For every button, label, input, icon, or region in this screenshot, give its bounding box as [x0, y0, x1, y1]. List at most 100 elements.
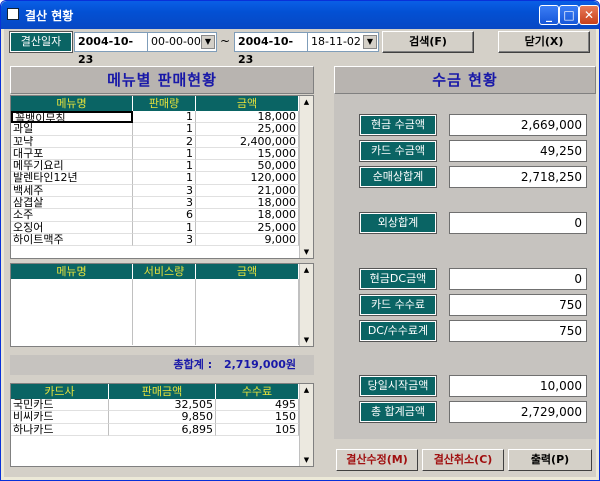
- collection-value: 2,718,250: [449, 166, 587, 188]
- collection-label: 카드 수금액: [359, 140, 437, 162]
- scroll-up-icon[interactable]: ▲: [300, 96, 313, 108]
- grand-total: 총합계 : 2,719,000원: [10, 355, 314, 375]
- table-row[interactable]: 소주 6 18,000: [11, 209, 313, 222]
- table-row[interactable]: 발렌타인12년 1 120,000: [11, 172, 313, 185]
- qty-cell: 1: [133, 221, 196, 234]
- fee-cell: 150: [216, 411, 299, 424]
- collection-label: 외상합계: [359, 212, 437, 234]
- from-date-field[interactable]: 2004-10-23: [74, 32, 148, 66]
- to-time-select[interactable]: 18-11-02 ▼: [307, 32, 379, 52]
- settle-edit-button[interactable]: 결산수정(M): [336, 449, 418, 471]
- amount-cell: 25,000: [196, 221, 299, 234]
- table-row[interactable]: 과일 1 25,000: [11, 123, 313, 136]
- collection-value: 2,729,000: [449, 401, 587, 423]
- scroll-down-icon[interactable]: ▼: [300, 454, 313, 466]
- to-time-value: 18-11-02: [311, 35, 361, 48]
- amount-cell: 15,000: [196, 147, 299, 161]
- menu-name-cell: 꼬냑: [11, 135, 133, 148]
- collection-label: 현금 수금액: [359, 114, 437, 136]
- collection-label: 총 합계금액: [359, 401, 437, 423]
- window: 결산 현황 _ □ ✕ 결산일자 2004-10-23 00-00-00 ▼ ~ …: [0, 0, 600, 481]
- col-amount: 금액: [196, 96, 299, 111]
- menu-name-cell: 꼴뱅이무침: [11, 111, 133, 124]
- collection-title: 수금 현황: [334, 66, 596, 94]
- collection-value: 0: [449, 268, 587, 290]
- close-window-button[interactable]: ✕: [579, 5, 599, 25]
- maximize-button[interactable]: □: [559, 5, 579, 25]
- scroll-down-icon[interactable]: ▼: [300, 246, 313, 258]
- to-date-field[interactable]: 2004-10-23: [234, 32, 308, 66]
- amount-cell: 120,000: [196, 172, 299, 185]
- main-area: 결산일자 2004-10-23 00-00-00 ▼ ~ 2004-10-23 1…: [4, 29, 596, 477]
- qty-cell: 1: [133, 160, 196, 173]
- amount-cell: 18,000: [196, 209, 299, 222]
- menu-name-cell: 삼겹살: [11, 197, 133, 210]
- chevron-down-icon[interactable]: ▼: [363, 35, 377, 49]
- card-company-cell: 국민카드: [11, 399, 109, 412]
- qty-cell: 2: [133, 135, 196, 148]
- col-menu-name: 메뉴명: [11, 96, 133, 111]
- qty-cell: 1: [133, 111, 196, 124]
- settle-cancel-button[interactable]: 결산취소(C): [422, 449, 504, 471]
- menu-sales-table[interactable]: 메뉴명 판매량 금액 꼴뱅이무침 1 18,000 과일 1 25,000 꼬냑 2 2,400…: [10, 95, 314, 259]
- table-row[interactable]: 백세주 3 21,000: [11, 184, 313, 198]
- from-time-select[interactable]: 00-00-00 ▼: [147, 32, 217, 52]
- menu-name-cell: 소주: [11, 209, 133, 222]
- range-separator: ~: [220, 34, 231, 48]
- menu-name-cell: 오징어: [11, 221, 133, 234]
- from-time-value: 00-00-00: [151, 35, 201, 48]
- close-button[interactable]: 닫기(X): [498, 31, 590, 53]
- amount-cell: 2,400,000: [196, 135, 299, 148]
- qty-cell: 6: [133, 209, 196, 222]
- amount-cell: 50,000: [196, 160, 299, 173]
- table-row[interactable]: 대구포 1 15,000: [11, 147, 313, 161]
- amount-cell: 21,000: [196, 184, 299, 198]
- fee-cell: 105: [216, 423, 299, 436]
- table-row[interactable]: 국민카드 32,505 495: [11, 399, 313, 412]
- qty-cell: 1: [133, 172, 196, 185]
- scrollbar[interactable]: ▲ ▼: [299, 96, 313, 258]
- table-row[interactable]: 하나카드 6,895 105: [11, 423, 313, 436]
- card-company-cell: 하나카드: [11, 423, 109, 436]
- menu-name-cell: 메뚜기요리: [11, 160, 133, 173]
- collection-label: DC/수수료계: [359, 320, 437, 342]
- collection-label: 현금DC금액: [359, 268, 437, 290]
- collection-value: 750: [449, 294, 587, 316]
- table-header: 메뉴명 서비스량 금액: [11, 264, 313, 279]
- qty-cell: 3: [133, 197, 196, 210]
- col-sales-amount: 판매금액: [109, 384, 216, 399]
- card-table[interactable]: 카드사 판매금액 수수료 국민카드 32,505 495 비씨카드 9,850 150 하나…: [10, 383, 314, 467]
- scroll-up-icon[interactable]: ▲: [300, 384, 313, 396]
- table-row[interactable]: 비씨카드 9,850 150: [11, 411, 313, 424]
- grand-total-value: 2,719,000원: [223, 358, 296, 371]
- grand-total-label: 총합계 :: [173, 358, 213, 371]
- scroll-down-icon[interactable]: ▼: [300, 334, 313, 346]
- card-company-cell: 비씨카드: [11, 411, 109, 424]
- collection-value: 10,000: [449, 375, 587, 397]
- table-row[interactable]: 하이트맥주 3 9,000: [11, 233, 313, 247]
- qty-cell: 1: [133, 123, 196, 136]
- print-button[interactable]: 출력(P): [508, 449, 592, 471]
- collection-label: 순매상합계: [359, 166, 437, 188]
- search-button[interactable]: 검색(F): [382, 31, 474, 53]
- minimize-button[interactable]: _: [539, 5, 559, 25]
- table-row[interactable]: 메뚜기요리 1 50,000: [11, 160, 313, 173]
- chevron-down-icon[interactable]: ▼: [201, 35, 215, 49]
- qty-cell: 3: [133, 184, 196, 198]
- service-table[interactable]: 메뉴명 서비스량 금액 ▲ ▼: [10, 263, 314, 347]
- col-qty: 판매량: [133, 96, 196, 111]
- scrollbar[interactable]: ▲ ▼: [299, 264, 313, 346]
- sales-amount-cell: 32,505: [109, 399, 216, 412]
- table-row[interactable]: 꼴뱅이무침 1 18,000: [11, 111, 313, 124]
- table-row[interactable]: 오징어 1 25,000: [11, 221, 313, 234]
- title-bar: 결산 현황 _ □ ✕: [1, 1, 599, 29]
- col-service-qty: 서비스량: [133, 264, 196, 279]
- amount-cell: 18,000: [196, 111, 299, 124]
- scrollbar[interactable]: ▲ ▼: [299, 384, 313, 466]
- table-row[interactable]: 꼬냑 2 2,400,000: [11, 135, 313, 148]
- collection-value: 0: [449, 212, 587, 234]
- menu-name-cell: 과일: [11, 123, 133, 136]
- table-header: 카드사 판매금액 수수료: [11, 384, 313, 399]
- table-row[interactable]: 삼겹살 3 18,000: [11, 197, 313, 210]
- scroll-up-icon[interactable]: ▲: [300, 264, 313, 276]
